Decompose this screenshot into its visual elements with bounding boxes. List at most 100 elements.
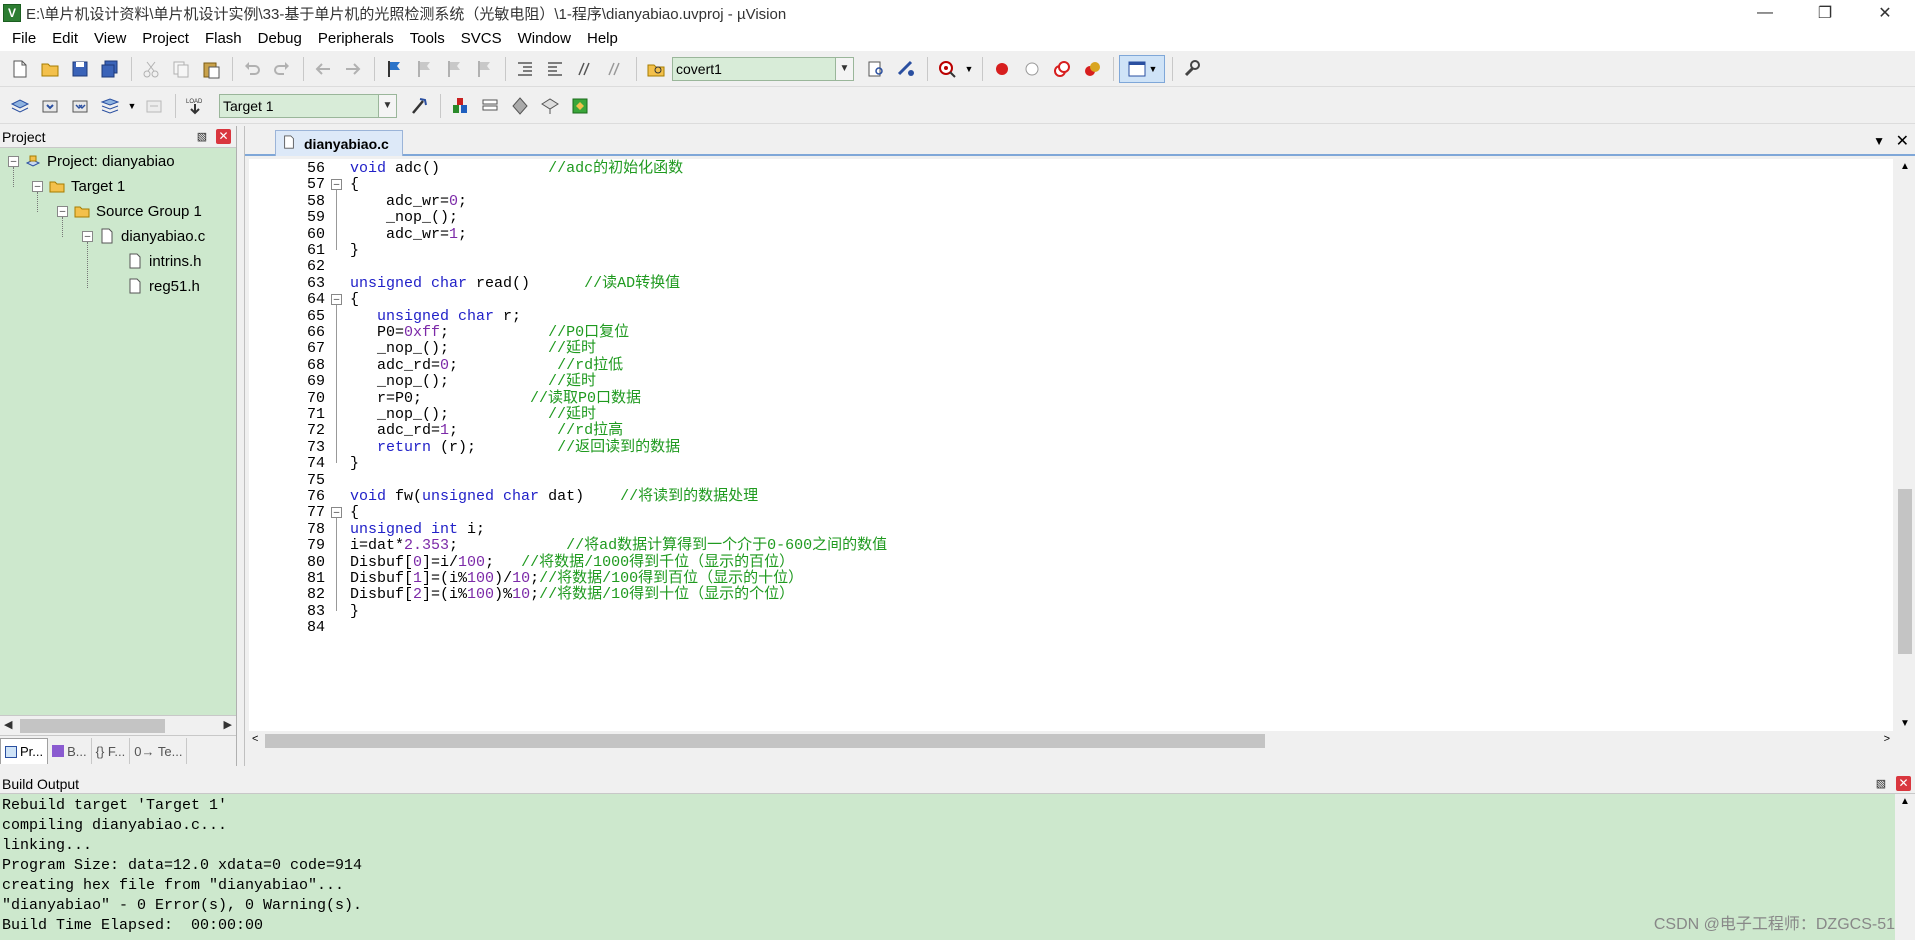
pack-installer-icon[interactable] — [566, 92, 594, 120]
chevron-down-icon[interactable]: ▼ — [963, 55, 975, 83]
incremental-find-icon[interactable] — [892, 55, 920, 83]
chevron-down-icon[interactable]: ▼ — [126, 92, 138, 120]
uncomment-icon[interactable] — [601, 55, 629, 83]
build-output-text[interactable]: Rebuild target 'Target 1' compiling dian… — [2, 796, 1882, 936]
chevron-down-icon[interactable]: ▼ — [378, 94, 396, 117]
save-all-icon[interactable] — [96, 55, 124, 83]
scrollbar-thumb[interactable] — [20, 719, 165, 733]
indent-icon[interactable] — [511, 55, 539, 83]
menu-help[interactable]: Help — [579, 26, 626, 51]
window-layout-icon[interactable]: ▼ — [1119, 54, 1165, 83]
collapse-icon[interactable]: – — [8, 155, 19, 167]
scrollbar-thumb[interactable] — [1898, 489, 1912, 654]
collapse-icon[interactable]: – — [82, 230, 93, 242]
bookmark-icon[interactable] — [380, 55, 408, 83]
menu-tools[interactable]: Tools — [402, 26, 453, 51]
editor-horizontal-scrollbar[interactable]: < > — [249, 731, 1893, 751]
tab-books[interactable]: B... — [48, 738, 92, 764]
cut-icon[interactable] — [137, 55, 165, 83]
chevron-down-icon[interactable]: ▼ — [835, 57, 853, 80]
comment-icon[interactable] — [571, 55, 599, 83]
find-icon[interactable] — [862, 55, 890, 83]
menu-file[interactable]: File — [4, 26, 44, 51]
tree-item-target[interactable]: – Target 1 — [32, 175, 125, 197]
scroll-down-icon[interactable]: ▼ — [1900, 718, 1910, 729]
scroll-left-icon[interactable]: ◀ — [4, 718, 12, 731]
pin-icon[interactable]: ▧ — [1875, 778, 1887, 790]
menu-debug[interactable]: Debug — [250, 26, 310, 51]
prev-bookmark-icon[interactable] — [410, 55, 438, 83]
insert-breakpoint-icon[interactable] — [988, 55, 1016, 83]
scroll-up-icon[interactable]: ▲ — [1900, 161, 1910, 172]
redo-icon[interactable] — [268, 55, 296, 83]
unindent-icon[interactable] — [541, 55, 569, 83]
tab-templates[interactable]: 0→ Te... — [130, 738, 188, 764]
find-in-files-icon[interactable] — [642, 55, 670, 83]
menu-flash[interactable]: Flash — [197, 26, 250, 51]
rebuild-icon[interactable] — [66, 92, 94, 120]
close-panel-icon[interactable]: ✕ — [1896, 776, 1911, 791]
menu-project[interactable]: Project — [134, 26, 197, 51]
tab-list-chevron-icon[interactable]: ▼ — [1873, 134, 1885, 148]
pin-icon[interactable]: ▧ — [196, 131, 208, 143]
scroll-up-icon[interactable]: ▲ — [1900, 796, 1910, 807]
find-combo[interactable]: covert1 ▼ — [672, 56, 854, 81]
scroll-right-icon[interactable]: > — [1884, 733, 1890, 745]
output-vertical-scrollbar[interactable]: ▲ — [1895, 794, 1915, 940]
tree-item-source-group[interactable]: – Source Group 1 — [57, 200, 202, 222]
paste-icon[interactable] — [197, 55, 225, 83]
minimize-icon[interactable]: — — [1735, 0, 1795, 26]
nav-back-icon[interactable] — [309, 55, 337, 83]
tab-project[interactable]: Pr... — [0, 738, 49, 764]
close-tab-icon[interactable]: ✕ — [1896, 131, 1909, 151]
collapse-icon[interactable]: – — [32, 180, 43, 192]
scroll-left-icon[interactable]: < — [252, 733, 258, 745]
tab-functions[interactable]: {} F... — [92, 738, 131, 764]
tree-item-header-file[interactable]: intrins.h — [127, 250, 202, 272]
download-icon[interactable]: LOAD — [181, 92, 209, 120]
scrollbar-thumb[interactable] — [265, 734, 1265, 748]
project-horizontal-scrollbar[interactable]: ◀ ▶ — [0, 715, 236, 735]
disable-all-breakpoints-icon[interactable] — [1048, 55, 1076, 83]
close-icon[interactable]: ✕ — [1855, 0, 1915, 26]
undo-icon[interactable] — [238, 55, 266, 83]
scroll-right-icon[interactable]: ▶ — [224, 718, 232, 731]
menu-svcs[interactable]: SVCS — [453, 26, 510, 51]
menu-window[interactable]: Window — [510, 26, 579, 51]
stop-build-icon[interactable] — [140, 92, 168, 120]
manage-run-time-icon[interactable] — [506, 92, 534, 120]
editor-vertical-scrollbar[interactable]: ▲ ▼ — [1895, 159, 1915, 731]
translate-icon[interactable] — [6, 92, 34, 120]
fold-collapse-icon[interactable]: – — [331, 294, 342, 306]
copy-icon[interactable] — [167, 55, 195, 83]
kill-all-breakpoints-icon[interactable] — [1078, 55, 1106, 83]
select-packs-icon[interactable] — [536, 92, 564, 120]
fold-collapse-icon[interactable]: – — [331, 507, 342, 519]
code-area[interactable]: 56 57 58 59 60 61 62 63 64 65 66 67 68 69 70 71 72 73 74 75… — [249, 159, 1893, 731]
configure-icon[interactable] — [1178, 55, 1206, 83]
fold-collapse-icon[interactable]: – — [331, 179, 342, 191]
menu-edit[interactable]: Edit — [44, 26, 86, 51]
tree-item-header-file[interactable]: reg51.h — [127, 275, 200, 297]
new-file-icon[interactable] — [6, 55, 34, 83]
nav-forward-icon[interactable] — [339, 55, 367, 83]
tab-dianyabiao-c[interactable]: dianyabiao.c — [275, 130, 403, 156]
manage-multi-project-icon[interactable] — [476, 92, 504, 120]
batch-build-icon[interactable] — [96, 92, 124, 120]
build-icon[interactable] — [36, 92, 64, 120]
next-bookmark-icon[interactable] — [440, 55, 468, 83]
menu-peripherals[interactable]: Peripherals — [310, 26, 402, 51]
panel-splitter[interactable] — [0, 766, 1915, 774]
open-folder-icon[interactable] — [36, 55, 64, 83]
tree-item-project[interactable]: – Project: dianyabiao — [8, 150, 175, 172]
restore-icon[interactable]: ❐ — [1795, 0, 1855, 26]
file-extensions-icon[interactable] — [446, 92, 474, 120]
tree-item-source-file[interactable]: – dianyabiao.c — [82, 225, 205, 247]
menu-view[interactable]: View — [86, 26, 134, 51]
target-options-icon[interactable] — [405, 92, 433, 120]
close-panel-icon[interactable]: ✕ — [216, 129, 231, 144]
enable-breakpoint-icon[interactable] — [1018, 55, 1046, 83]
clear-bookmarks-icon[interactable] — [470, 55, 498, 83]
debug-session-icon[interactable] — [933, 55, 961, 83]
target-select[interactable]: Target 1 ▼ — [219, 93, 397, 118]
